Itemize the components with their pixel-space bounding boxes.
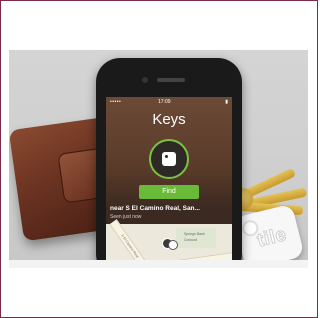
item-title: Keys bbox=[152, 111, 186, 128]
tile-square-icon bbox=[162, 152, 176, 166]
phone-speaker bbox=[157, 78, 185, 82]
signal-indicator: ••••• bbox=[110, 99, 122, 105]
user-pin-icon bbox=[168, 240, 178, 250]
status-bar: ••••• 17:09 ▮ bbox=[106, 97, 232, 107]
poi-label: Concord bbox=[184, 238, 198, 242]
tile-device-icon[interactable] bbox=[149, 139, 189, 179]
phone-camera bbox=[142, 77, 148, 83]
location-map[interactable]: S El Camino Real Springs Bank Concord bbox=[106, 219, 232, 260]
phone: ••••• 17:09 ▮ Keys Find near S El Camino… bbox=[96, 58, 242, 260]
find-button[interactable]: Find bbox=[139, 185, 199, 199]
location-label: near S El Camino Real, San... bbox=[110, 205, 200, 212]
image-bottom-band bbox=[9, 260, 308, 268]
phone-screen: ••••• 17:09 ▮ Keys Find near S El Camino… bbox=[106, 97, 232, 260]
tile-hole-icon bbox=[165, 155, 168, 158]
status-time: 17:09 bbox=[158, 99, 171, 105]
battery-icon: ▮ bbox=[225, 99, 228, 105]
poi-label: Springs Bank bbox=[184, 232, 205, 236]
map-road bbox=[135, 250, 232, 260]
product-photo: tile ••••• 17:09 ▮ Keys Find near S El C… bbox=[9, 50, 308, 260]
tile-logo: tile bbox=[255, 224, 290, 253]
